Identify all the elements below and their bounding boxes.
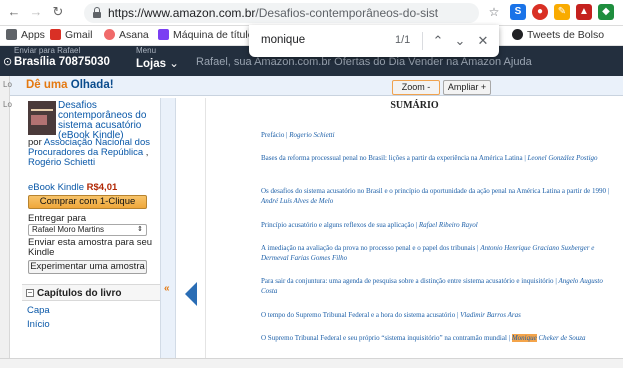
extension-red-icon[interactable]: ● bbox=[532, 4, 548, 20]
asana-icon bbox=[104, 29, 115, 40]
device-select[interactable]: Rafael Moro Martins ⇕ bbox=[28, 224, 147, 236]
forward-icon[interactable]: → bbox=[28, 4, 44, 20]
author-link-2[interactable]: Rogério Schietti bbox=[28, 157, 95, 168]
maquina-icon bbox=[158, 29, 169, 40]
page-heading: SUMÁRIO bbox=[390, 100, 439, 111]
book-byline: por Associação Nacional dos Procuradores… bbox=[28, 137, 151, 168]
toc-entry[interactable]: Para sair da conjuntura: uma agenda de p… bbox=[261, 277, 616, 296]
toc-entry[interactable]: Princípio acusatório e alguns reflexos d… bbox=[261, 221, 616, 231]
extension-badge-icon[interactable]: ▲ bbox=[576, 4, 592, 20]
toc-entry[interactable]: Bases da reforma processual penal no Bra… bbox=[261, 154, 616, 164]
find-input[interactable]: monique bbox=[261, 34, 381, 46]
book-cover-thumbnail[interactable] bbox=[28, 101, 56, 135]
extension-s-icon[interactable]: S bbox=[510, 4, 526, 20]
reload-icon[interactable]: ↻ bbox=[50, 4, 66, 20]
toc-entry[interactable]: Os desafios do sistema acusatório no Bra… bbox=[261, 187, 616, 206]
previous-page-panel[interactable] bbox=[176, 98, 206, 358]
gmail-icon bbox=[50, 29, 61, 40]
chapters-title: Capítulos do livro bbox=[37, 288, 122, 299]
kindle-price: eBook Kindle R$4,01 bbox=[28, 182, 118, 193]
bookmark-maquina[interactable]: Máquina de títulos bbox=[158, 29, 259, 41]
reader-sidebar: Desafios contemporâneos do sistema acusa… bbox=[22, 97, 165, 358]
chapters-header[interactable]: − Capítulos do livro bbox=[22, 284, 165, 301]
deliver-to-label: Entregar para bbox=[28, 213, 87, 224]
bookmark-apps[interactable]: Apps bbox=[6, 29, 45, 41]
select-arrows-icon: ⇕ bbox=[137, 226, 143, 233]
send-sample-text: Enviar esta amostra para seu Kindle bbox=[28, 237, 153, 258]
chevron-down-icon: ⌄ bbox=[169, 58, 179, 70]
toc-entry[interactable]: O tempo do Supremo Tribunal Federal e a … bbox=[261, 311, 616, 321]
zoom-in-button[interactable]: Ampliar + bbox=[443, 80, 491, 95]
find-bar: monique 1/1 ⌃ ⌄ ✕ bbox=[249, 25, 499, 57]
find-prev-icon[interactable]: ⌃ bbox=[429, 32, 447, 50]
previous-page-arrow-icon[interactable] bbox=[185, 282, 197, 306]
find-next-icon[interactable]: ⌄ bbox=[451, 32, 469, 50]
strip-text-top: Lo bbox=[3, 80, 12, 89]
back-icon[interactable]: ← bbox=[6, 4, 22, 20]
try-sample-button[interactable]: Experimentar uma amostra bbox=[28, 260, 147, 274]
chapter-link-capa[interactable]: Capa bbox=[27, 305, 50, 316]
reader-logo: Dê uma Olhada! bbox=[26, 79, 114, 91]
zoom-out-button[interactable]: Zoom - bbox=[392, 80, 440, 95]
author-link-1[interactable]: Associação Nacional dos Procuradores da … bbox=[28, 137, 150, 158]
bookmark-gmail[interactable]: Gmail bbox=[50, 29, 92, 41]
find-match-count: 1/1 bbox=[395, 34, 411, 46]
double-chevron-left-icon[interactable]: « bbox=[164, 283, 170, 294]
left-edge-strip: Lo Lo bbox=[0, 76, 12, 358]
collapse-minus-icon[interactable]: − bbox=[26, 289, 34, 297]
bookmark-tweets[interactable]: Tweets de Bolso bbox=[512, 29, 604, 41]
tweets-icon bbox=[512, 29, 523, 40]
search-highlight: Monique bbox=[511, 334, 537, 342]
star-icon[interactable]: ☆ bbox=[486, 4, 502, 20]
buy-one-click-button[interactable]: Comprar com 1-Clique bbox=[28, 195, 147, 209]
book-title-link[interactable]: Desafios contemporâneos do sistema acusa… bbox=[58, 101, 168, 141]
address-bar[interactable]: https://www.amazon.com.br/Desafios-conte… bbox=[84, 3, 479, 23]
strip-text-mid: Lo bbox=[3, 100, 12, 109]
apps-grid-icon bbox=[6, 29, 17, 40]
toc-entry[interactable]: A imediação na avaliação da prova no pro… bbox=[261, 244, 616, 263]
reader-bottom-bar bbox=[0, 358, 623, 368]
stores-menu[interactable]: Lojas ⌄ bbox=[136, 56, 179, 70]
location-pin-icon: ⊙ bbox=[3, 56, 13, 68]
find-close-icon[interactable]: ✕ bbox=[474, 32, 492, 50]
chapter-link-inicio[interactable]: Início bbox=[27, 319, 50, 330]
menu-small-text: Menu bbox=[136, 46, 157, 55]
bookmark-asana[interactable]: Asana bbox=[104, 29, 149, 41]
extension-green-icon[interactable]: ◆ bbox=[598, 4, 614, 20]
book-page: SUMÁRIO Prefácio | Rogerio Schietti Base… bbox=[206, 97, 623, 358]
toc-entry[interactable]: Prefácio | Rogerio Schietti bbox=[261, 131, 616, 141]
toc-entry[interactable]: O Supremo Tribunal Federal e seu próprio… bbox=[261, 334, 616, 344]
url-text[interactable]: https://www.amazon.com.br/Desafios-conte… bbox=[108, 6, 438, 20]
extension-yellow-icon[interactable]: ✎ bbox=[554, 4, 570, 20]
sidebar-collapse-handle[interactable]: « bbox=[160, 98, 176, 358]
amazon-nav-links[interactable]: Rafael, sua Amazon.com.br Ofertas do Dia… bbox=[196, 56, 532, 68]
deliver-location[interactable]: Brasília 70875030 bbox=[14, 56, 110, 68]
find-divider bbox=[422, 32, 423, 50]
browser-toolbar: ← → ↻ https://www.amazon.com.br/Desafios… bbox=[0, 0, 623, 26]
lock-icon bbox=[93, 7, 101, 18]
deliver-small-text: Enviar para Rafael bbox=[14, 46, 81, 55]
